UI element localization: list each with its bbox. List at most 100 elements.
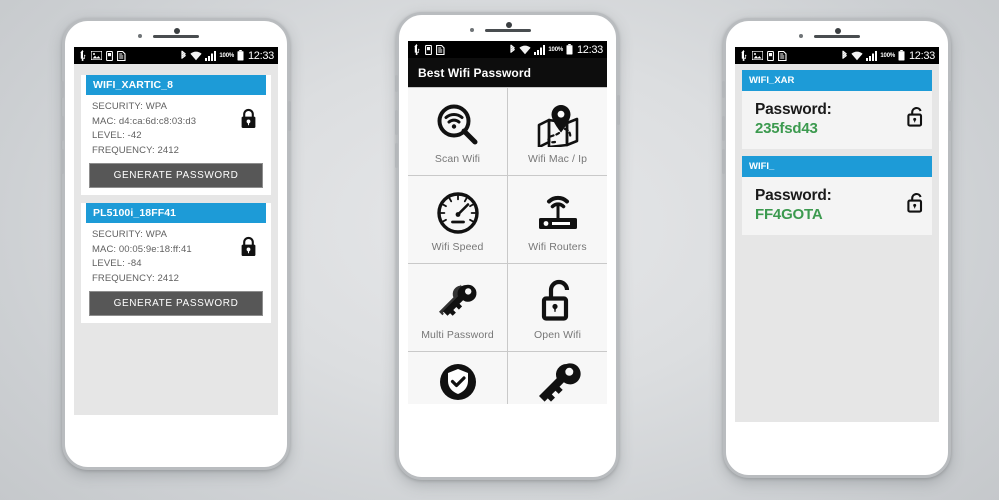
wifi-security-label: SECURITY: WPA [92, 229, 168, 240]
status-bar-right-icons: 100% 12:33 [180, 50, 274, 62]
status-bar-left-icons [413, 44, 445, 55]
password-value: FF4GOTA [755, 206, 823, 223]
sim-card-icon [425, 44, 432, 55]
password-label: Password: [755, 101, 832, 118]
phone1-side-button-top[interactable] [61, 81, 64, 98]
wifi-network-card[interactable]: WIFI_XARTIC_8 SECURITY: WPA MAC: d4:ca:6… [81, 75, 271, 195]
phone1-volume-down-button[interactable] [61, 149, 64, 174]
wifi-ssid-header: WIFI_XARTIC_8 [86, 75, 266, 95]
bluetooth-icon [510, 44, 516, 53]
wifi-ssid-header: PL5100i_18FF41 [86, 203, 266, 223]
password-value: 235fsd43 [755, 120, 818, 137]
wifi-frequency-label: FREQUENCY: 2412 [92, 272, 180, 284]
saved-password-list[interactable]: WIFI_XAR Password: 235fsd43 WIFI_ Passwo… [735, 64, 939, 235]
status-bar: 100% 12:33 [74, 47, 278, 64]
document-icon [436, 44, 445, 55]
generate-password-button[interactable]: GENERATE PASSWORD [89, 291, 263, 316]
status-bar: 100% 12:33 [735, 47, 939, 64]
menu-item-open-wifi[interactable]: Open Wifi [508, 264, 607, 351]
menu-item-security-shield[interactable] [408, 352, 507, 404]
proximity-sensor-icon [138, 34, 142, 38]
battery-icon [898, 50, 905, 61]
wifi-icon [519, 45, 532, 54]
generate-password-button[interactable]: GENERATE PASSWORD [89, 163, 263, 188]
clock-label: 12:33 [908, 49, 935, 62]
phone3-power-button[interactable] [949, 101, 952, 131]
signal-bars-icon [534, 44, 546, 55]
lock-open-icon [906, 192, 923, 218]
wifi-ssid-header: WIFI_XAR [742, 70, 932, 91]
menu-item-scan-wifi[interactable]: Scan Wifi [408, 88, 507, 175]
wifi-mac-label: MAC: 00:05:9e:18:ff:41 [92, 243, 192, 255]
saved-password-card[interactable]: WIFI_XAR Password: 235fsd43 [742, 70, 932, 149]
phone2-volume-up-button[interactable] [395, 110, 398, 135]
wifi-network-list[interactable]: WIFI_XARTIC_8 SECURITY: WPA MAC: d4:ca:6… [74, 64, 278, 323]
menu-item-multi-password[interactable]: Multi Password [408, 264, 507, 351]
wifi-icon [190, 51, 203, 60]
earpiece-speaker [153, 35, 199, 38]
phone3-screen: 100% 12:33 WIFI_XAR Password: 235fsd43 W… [735, 47, 939, 422]
phone3-volume-down-button[interactable] [722, 149, 725, 174]
document-icon [778, 50, 787, 61]
phone2-side-button-top[interactable] [395, 75, 398, 92]
router-icon [535, 187, 581, 239]
status-bar: 100% 12:33 [408, 41, 607, 58]
phone1-volume-up-button[interactable] [61, 116, 64, 141]
phone1-earpiece-area [65, 21, 287, 47]
saved-password-body: Password: FF4GOTA [742, 177, 932, 235]
menu-item-wifi-speed[interactable]: Wifi Speed [408, 176, 507, 263]
menu-item-label: Multi Password [421, 328, 494, 341]
wifi-level-label: LEVEL: -84 [92, 258, 142, 269]
menu-item-label: Scan Wifi [434, 152, 481, 165]
document-icon [117, 50, 126, 61]
proximity-sensor-icon [799, 34, 803, 38]
speedometer-icon [436, 187, 480, 239]
password-text-block: Password: 235fsd43 [755, 100, 906, 138]
menu-item-wifi-routers[interactable]: Wifi Routers [508, 176, 607, 263]
shield-check-icon [436, 360, 480, 404]
status-bar-right-icons: 100% 12:33 [841, 50, 935, 62]
phone-device-3: 100% 12:33 WIFI_XAR Password: 235fsd43 W… [722, 18, 952, 478]
battery-percent-label: 100% [219, 52, 234, 59]
main-menu-grid[interactable]: Scan Wifi Wifi Mac / Ip Wifi Speed Wifi … [408, 87, 607, 404]
phone3-volume-up-button[interactable] [722, 116, 725, 141]
front-camera-icon [835, 28, 841, 34]
wifi-level-label: LEVEL: -42 [92, 130, 142, 141]
screenshot-icon [91, 51, 102, 60]
menu-item-label: Wifi Routers [528, 240, 587, 253]
phone3-earpiece-area [726, 21, 948, 47]
phone2-power-button[interactable] [617, 95, 620, 125]
saved-password-card[interactable]: WIFI_ Password: FF4GOTA [742, 156, 932, 235]
battery-icon [566, 44, 573, 55]
password-text-block: Password: FF4GOTA [755, 186, 906, 224]
screenshot-icon [752, 51, 763, 60]
phone2-earpiece-area [399, 15, 616, 41]
front-camera-icon [174, 28, 180, 34]
phone-device-1: 100% 12:33 WIFI_XARTIC_8 SECURITY: WPA M… [61, 18, 291, 470]
wifi-network-details: SECURITY: WPA MAC: 00:05:9e:18:ff:41 LEV… [81, 223, 271, 288]
key-icon [535, 360, 581, 404]
clock-label: 12:33 [576, 43, 603, 56]
keys-icon [435, 275, 481, 327]
sim-card-icon [106, 50, 113, 61]
status-bar-left-icons [79, 50, 126, 61]
usb-icon [414, 44, 420, 55]
clock-label: 12:33 [247, 49, 274, 62]
phone1-power-button[interactable] [288, 101, 291, 131]
wifi-frequency-label: FREQUENCY: 2412 [92, 144, 180, 156]
front-camera-icon [505, 22, 512, 28]
wifi-info-block: SECURITY: WPA MAC: d4:ca:6d:c8:03:d3 LEV… [92, 100, 240, 158]
battery-percent-label: 100% [548, 46, 563, 53]
menu-item-label: Open Wifi [534, 328, 581, 341]
usb-icon [741, 50, 747, 61]
phone2-volume-down-button[interactable] [395, 143, 398, 168]
map-pin-icon [535, 99, 581, 151]
lock-closed-icon [240, 100, 263, 134]
app-title-bar: Best Wifi Password [408, 58, 607, 87]
phone1-screen: 100% 12:33 WIFI_XARTIC_8 SECURITY: WPA M… [74, 47, 278, 415]
menu-item-key[interactable] [508, 352, 607, 404]
battery-percent-label: 100% [880, 52, 895, 59]
menu-item-wifi-mac-ip[interactable]: Wifi Mac / Ip [508, 88, 607, 175]
wifi-network-card[interactable]: PL5100i_18FF41 SECURITY: WPA MAC: 00:05:… [81, 203, 271, 323]
phone3-side-button-top[interactable] [722, 81, 725, 98]
